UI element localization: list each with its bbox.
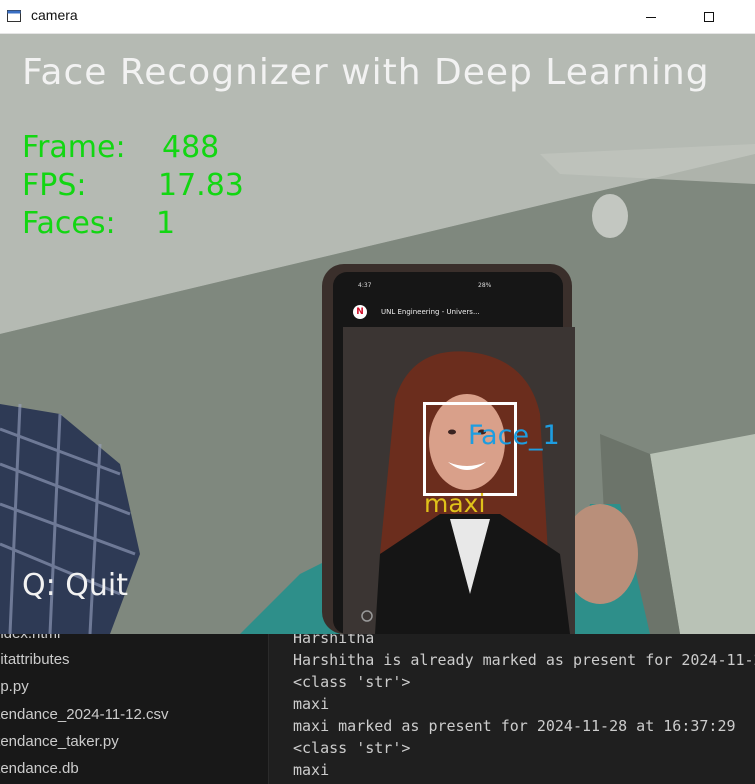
stat-frame: Frame: 488 — [22, 130, 219, 165]
window-title: camera — [31, 7, 78, 23]
stat-faces-label: Faces: — [22, 206, 116, 241]
terminal-line: Harshitha — [293, 634, 375, 647]
terminal-line: <class 'str'> — [293, 739, 411, 757]
camera-scene — [0, 34, 755, 634]
stat-fps: FPS: 17.83 — [22, 168, 244, 203]
minimize-button[interactable] — [626, 0, 676, 33]
stat-fps-value: 17.83 — [158, 168, 244, 203]
explorer-file[interactable]: index.html — [0, 634, 60, 642]
explorer-file[interactable]: ttendance_2024-11-12.csv — [0, 706, 169, 723]
ide-background: index.html gitattributes pp.py ttendance… — [0, 634, 755, 784]
stat-faces-value: 1 — [156, 206, 176, 241]
face-id-label: Face_1 — [468, 420, 560, 451]
terminal-line: maxi — [293, 695, 330, 713]
explorer-file[interactable]: pp.py — [0, 678, 29, 695]
maximize-icon — [704, 11, 714, 22]
explorer-file[interactable]: gitattributes — [0, 651, 70, 668]
quit-hint: Q: Quit — [22, 568, 128, 603]
terminal-output[interactable]: Harshitha Harshitha is already marked as… — [269, 634, 755, 784]
terminal-line: maxi — [293, 761, 330, 779]
explorer-file[interactable]: ttendance_taker.py — [0, 733, 119, 750]
window-title-bar: camera — [0, 0, 755, 34]
stat-fps-label: FPS: — [22, 168, 87, 203]
minimize-icon — [646, 16, 656, 18]
phone-status-battery: 28% — [478, 282, 492, 289]
stat-faces: Faces: 1 — [22, 206, 175, 241]
terminal-line: maxi marked as present for 2024-11-28 at… — [293, 717, 736, 735]
window-app-icon — [7, 8, 21, 22]
overlay-title: Face Recognizer with Deep Learning — [22, 52, 710, 93]
stat-frame-label: Frame: — [22, 130, 126, 165]
channel-logo: N — [353, 305, 367, 319]
stat-frame-value: 488 — [162, 130, 220, 165]
file-explorer: index.html gitattributes pp.py ttendance… — [0, 634, 269, 784]
phone-status-time: 4:37 — [358, 282, 372, 289]
phone-video-title: UNL Engineering - Univers... — [381, 308, 480, 316]
terminal-line: <class 'str'> — [293, 673, 411, 691]
explorer-file[interactable]: ttendance.db — [0, 760, 79, 777]
face-name-label: maxi — [424, 489, 486, 518]
terminal-line: Harshitha is already marked as present f… — [293, 651, 755, 669]
maximize-button[interactable] — [684, 0, 734, 33]
camera-view: N 4:37 28% UNL Engineering - Univers... … — [0, 34, 755, 634]
